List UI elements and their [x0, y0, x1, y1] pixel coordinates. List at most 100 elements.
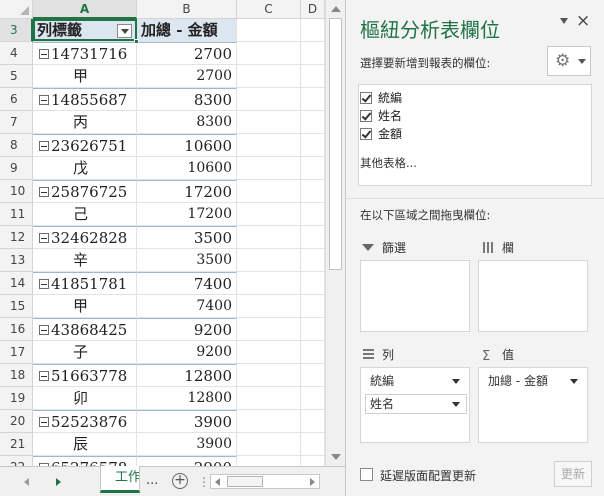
amount-cell[interactable]: 9200 — [137, 341, 237, 363]
row-header[interactable]: 10 — [0, 180, 33, 203]
more-tables-link[interactable]: 其他表格... — [360, 155, 417, 171]
group-label-cell[interactable]: 41851781 — [33, 272, 137, 294]
collapse-icon[interactable] — [39, 279, 49, 289]
values-field-chip-sum-amount[interactable]: 加總 - 金額 — [483, 371, 585, 391]
empty-cell[interactable] — [301, 295, 325, 317]
amount-cell[interactable]: 9200 — [137, 318, 237, 340]
row-header[interactable]: 21 — [0, 433, 33, 456]
amount-cell[interactable]: 8300 — [137, 111, 237, 133]
row-header[interactable]: 14 — [0, 272, 33, 295]
row-header[interactable]: 8 — [0, 134, 33, 157]
vertical-scrollbar[interactable] — [325, 0, 345, 466]
amount-cell[interactable]: 17200 — [137, 180, 237, 202]
detail-label-cell[interactable]: 丙 — [33, 111, 137, 133]
scroll-thumb[interactable] — [329, 18, 342, 270]
amount-cell[interactable]: 3900 — [137, 433, 237, 455]
sheet-tab-active[interactable]: 工作 — [100, 466, 140, 493]
checkbox-amount[interactable] — [360, 128, 372, 140]
empty-cell[interactable] — [237, 410, 301, 432]
detail-label-cell[interactable]: 戊 — [33, 157, 137, 179]
empty-cell[interactable] — [301, 387, 325, 409]
pane-options-chevron-down-icon[interactable] — [560, 18, 568, 24]
detail-label-cell[interactable]: 辰 — [33, 433, 137, 455]
detail-label-cell[interactable]: 辛 — [33, 249, 137, 271]
amount-cell[interactable]: 12800 — [137, 364, 237, 386]
empty-cell[interactable] — [301, 249, 325, 271]
scroll-down-icon[interactable] — [331, 454, 341, 460]
add-sheet-button[interactable]: + — [172, 473, 188, 489]
columns-drop-area[interactable] — [478, 260, 588, 332]
amount-cell[interactable]: 2700 — [137, 65, 237, 87]
amount-cell[interactable]: 17200 — [137, 203, 237, 225]
detail-label-cell[interactable]: 甲 — [33, 295, 137, 317]
amount-cell[interactable]: 3500 — [137, 226, 237, 248]
collapse-icon[interactable] — [39, 233, 49, 243]
row-header[interactable]: 5 — [0, 65, 33, 88]
close-icon[interactable]: × — [576, 12, 590, 30]
empty-cell[interactable] — [237, 88, 301, 110]
row-header[interactable]: 4 — [0, 42, 33, 65]
amount-cell[interactable]: 7400 — [137, 272, 237, 294]
next-sheet-icon[interactable] — [56, 478, 61, 486]
horizontal-scrollbar[interactable] — [210, 474, 320, 489]
row-header[interactable]: 12 — [0, 226, 33, 249]
empty-cell[interactable] — [301, 341, 325, 363]
scroll-right-icon[interactable] — [310, 478, 315, 486]
empty-cell[interactable] — [301, 111, 325, 133]
column-header-b[interactable]: B — [137, 0, 237, 19]
empty-cell[interactable] — [301, 180, 325, 202]
chevron-down-icon[interactable] — [452, 402, 460, 407]
collapse-icon[interactable] — [39, 95, 49, 105]
row-header[interactable]: 6 — [0, 88, 33, 111]
row-header[interactable]: 19 — [0, 387, 33, 410]
empty-cell[interactable] — [237, 364, 301, 386]
checkbox-tax-id[interactable] — [360, 92, 372, 104]
amount-cell[interactable]: 2700 — [137, 42, 237, 64]
row-header[interactable]: 16 — [0, 318, 33, 341]
empty-cell[interactable] — [237, 157, 301, 179]
empty-cell[interactable] — [301, 157, 325, 179]
update-button[interactable]: 更新 — [554, 461, 592, 487]
amount-cell[interactable]: 7400 — [137, 295, 237, 317]
collapse-icon[interactable] — [39, 417, 49, 427]
group-label-cell[interactable]: 52523876 — [33, 410, 137, 432]
tab-split-handle[interactable]: ⋮ — [198, 475, 210, 489]
row-header[interactable]: 13 — [0, 249, 33, 272]
empty-cell[interactable] — [237, 42, 301, 64]
amount-cell[interactable]: 10600 — [137, 134, 237, 156]
column-header-c[interactable]: C — [237, 0, 301, 19]
empty-cell[interactable] — [237, 318, 301, 340]
empty-cell[interactable] — [301, 134, 325, 156]
row-header[interactable]: 17 — [0, 341, 33, 364]
column-header-a[interactable]: A — [33, 0, 137, 19]
collapse-icon[interactable] — [39, 371, 49, 381]
empty-cell[interactable] — [237, 203, 301, 225]
row-header[interactable]: 18 — [0, 364, 33, 387]
column-header-d[interactable]: D — [301, 0, 325, 19]
group-label-cell[interactable]: 14855687 — [33, 88, 137, 110]
empty-cell[interactable] — [301, 42, 325, 64]
detail-label-cell[interactable]: 甲 — [33, 65, 137, 87]
collapse-icon[interactable] — [39, 141, 49, 151]
more-sheets-button[interactable]: ... — [146, 473, 158, 488]
empty-cell[interactable] — [237, 272, 301, 294]
empty-cell[interactable] — [237, 295, 301, 317]
horizontal-scroll-thumb[interactable] — [227, 476, 263, 487]
row-header[interactable]: 11 — [0, 203, 33, 226]
collapse-icon[interactable] — [39, 49, 49, 59]
empty-cell[interactable] — [237, 65, 301, 87]
rows-field-chip-name[interactable]: 姓名 — [365, 394, 467, 414]
prev-sheet-icon[interactable] — [24, 478, 29, 486]
amount-cell[interactable]: 8300 — [137, 88, 237, 110]
sum-amount-header-cell[interactable]: 加總 - 金額 — [137, 19, 237, 41]
amount-cell[interactable]: 10600 — [137, 157, 237, 179]
row-header[interactable]: 20 — [0, 410, 33, 433]
empty-cell[interactable] — [237, 226, 301, 248]
group-label-cell[interactable]: 14731716 — [33, 42, 137, 64]
select-all-corner[interactable] — [0, 0, 33, 19]
empty-cell[interactable] — [237, 387, 301, 409]
row-header[interactable]: 15 — [0, 295, 33, 318]
empty-cell[interactable] — [301, 364, 325, 386]
empty-cell[interactable] — [237, 433, 301, 455]
empty-cell[interactable] — [237, 134, 301, 156]
